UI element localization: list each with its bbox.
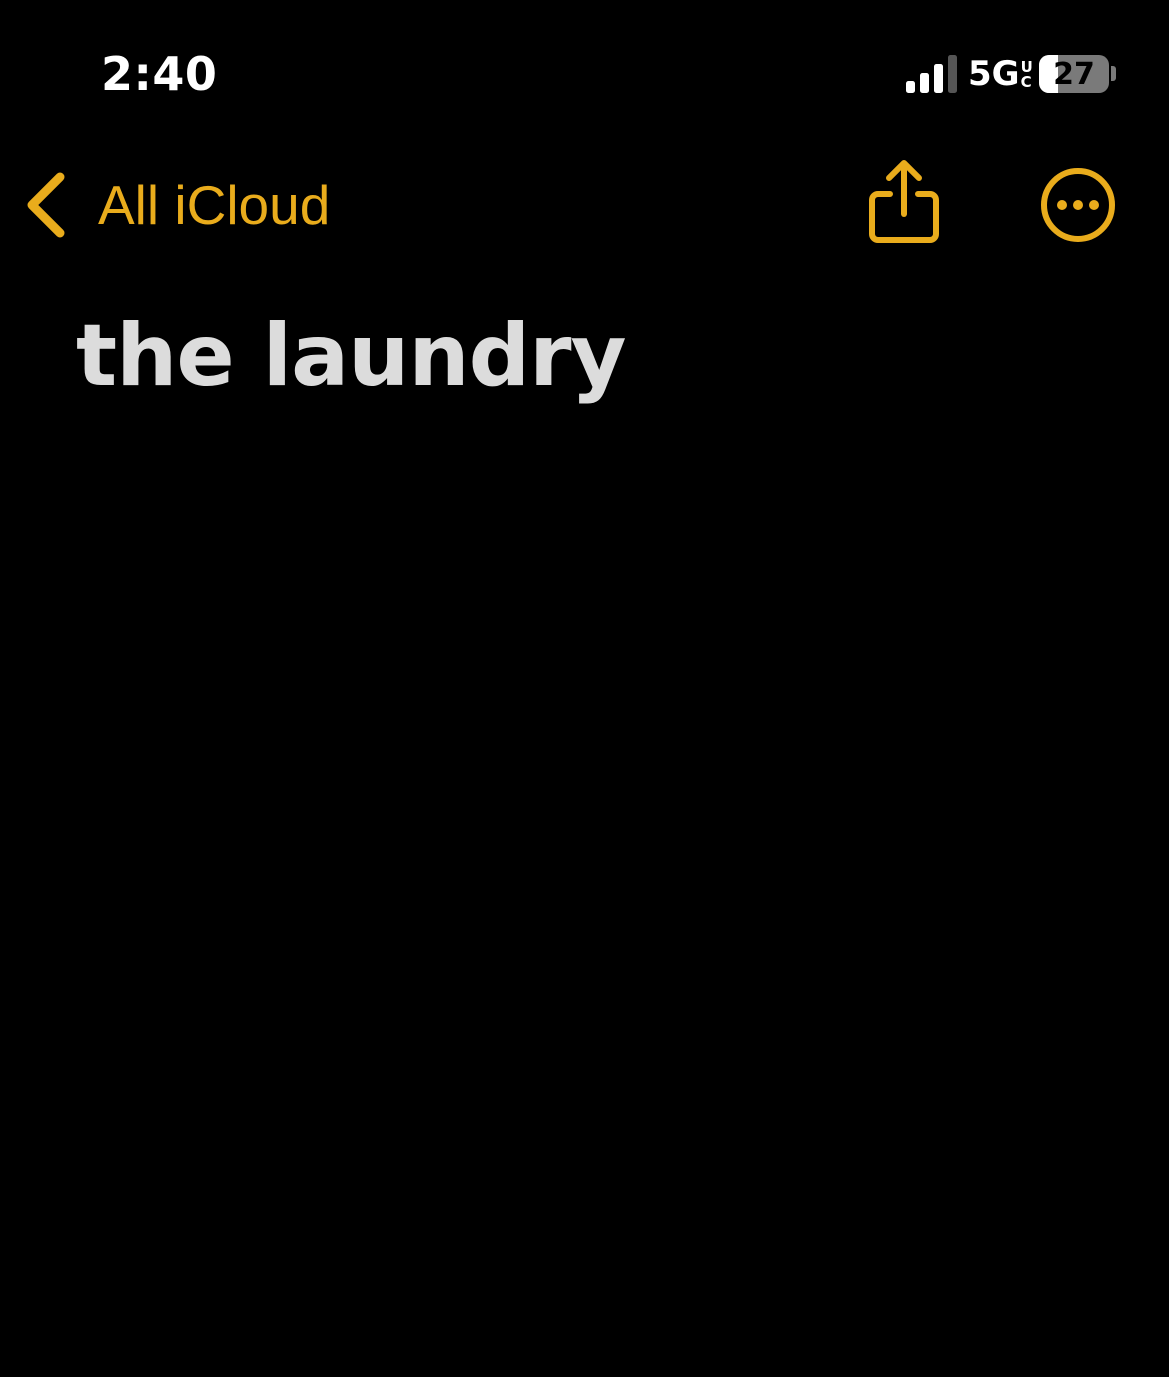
more-options-button[interactable]: [1038, 165, 1118, 245]
battery-icon: 27: [1039, 55, 1109, 93]
share-icon: [869, 160, 939, 243]
share-button[interactable]: [864, 156, 944, 248]
chevron-left-icon: [27, 172, 65, 238]
cellular-signal-icon: [906, 55, 957, 93]
ellipsis-circle-icon: [1041, 168, 1115, 242]
status-time: 2:40: [101, 47, 218, 101]
network-type: 5G: [968, 54, 1020, 94]
battery-terminal: [1111, 66, 1116, 81]
note-title[interactable]: the laundry: [76, 306, 627, 406]
back-label: All iCloud: [98, 174, 331, 236]
network-subtype-bottom: C: [1020, 73, 1032, 91]
status-bar: 2:40 5G U C 27: [0, 0, 1169, 140]
back-button[interactable]: All iCloud: [22, 166, 330, 244]
network-subtype: U C: [1021, 60, 1033, 90]
battery-level: 27: [1053, 56, 1095, 92]
note-body-editor[interactable]: [0, 420, 1169, 1377]
network-indicator: 5G U C: [968, 54, 1033, 94]
